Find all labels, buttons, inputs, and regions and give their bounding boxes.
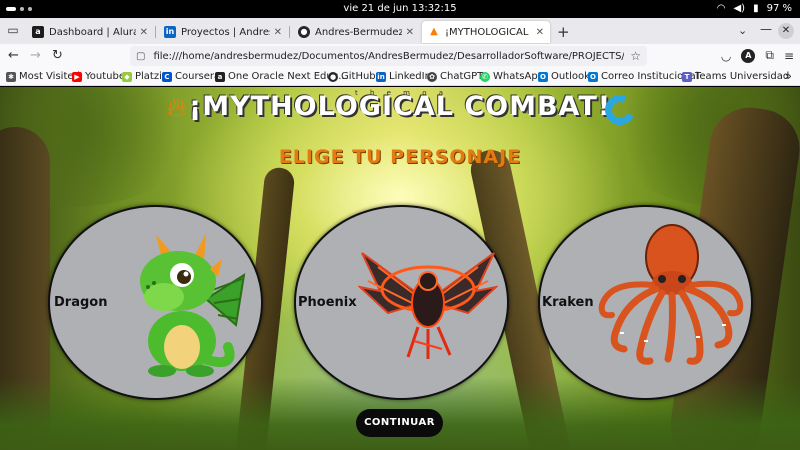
- chatgpt-icon: ✿: [427, 71, 437, 82]
- platzi-icon: ◆: [122, 71, 132, 82]
- close-tab-icon[interactable]: ✕: [274, 27, 282, 38]
- alura-icon: a: [215, 71, 225, 82]
- linkedin-favicon-icon: in: [164, 26, 176, 38]
- bookmark-star-icon[interactable]: ☆: [630, 49, 641, 63]
- gear-icon: ✱: [6, 71, 16, 82]
- linkedin-icon: in: [376, 71, 386, 82]
- file-icon: ▢: [136, 50, 146, 62]
- tab-proyectos[interactable]: in Proyectos | Andres Berm ✕: [158, 21, 288, 43]
- character-name: Kraken: [542, 295, 594, 310]
- tab-strip: ▭ a Dashboard | Alura Latam ✕ in Proyect…: [0, 18, 800, 44]
- bookmark-youtube[interactable]: ▶ Youtube: [72, 71, 125, 82]
- tab-github[interactable]: ● Andres-Bermudez/Juego ✕: [292, 21, 420, 43]
- pocket-icon[interactable]: ◡: [721, 49, 731, 63]
- dragon-image: [140, 233, 246, 377]
- bookmark-github[interactable]: ● GitHub: [328, 71, 376, 82]
- menu-icon[interactable]: ≡: [784, 49, 794, 63]
- bookmark-teams[interactable]: T Teams Universidad: [682, 71, 789, 82]
- choose-character-heading: ELIGE TU PERSONAJE: [278, 146, 522, 168]
- forward-arrow-icon[interactable]: →: [30, 48, 41, 63]
- battery-percent: 97 %: [766, 3, 792, 14]
- back-arrow-icon[interactable]: ←: [8, 48, 19, 63]
- character-name: Phoenix: [298, 295, 357, 310]
- wifi-icon: ◠: [716, 3, 726, 14]
- outlook-icon: O: [588, 71, 598, 82]
- url-bar[interactable]: ▢ file:///home/andresbermudez/Documentos…: [130, 46, 647, 66]
- phoenix-image: [358, 252, 498, 359]
- volume-icon: ◀): [733, 3, 746, 14]
- reload-icon[interactable]: ↻: [52, 48, 63, 63]
- fire-favicon-icon: ▲: [430, 26, 438, 37]
- kraken-image: [598, 224, 744, 365]
- close-tab-icon[interactable]: ✕: [140, 27, 148, 38]
- teams-icon: T: [682, 71, 692, 82]
- bookmark-whatsapp[interactable]: ✆ WhatsApp: [480, 71, 544, 82]
- tab-mythological-combat[interactable]: ▲ ¡MYTHOLOGICAL COMBA ✕: [422, 21, 550, 43]
- close-window-icon[interactable]: ✕: [778, 23, 794, 39]
- system-status-area[interactable]: ◠ ◀) ▮ 97 %: [717, 3, 792, 14]
- bookmark-most-visited[interactable]: ✱ Most Visited: [6, 71, 80, 82]
- bookmark-platzi[interactable]: ◆ Platzi: [122, 71, 162, 82]
- continue-button[interactable]: CONTINUAR: [356, 409, 443, 437]
- new-tab-button[interactable]: +: [557, 23, 570, 41]
- game-title: t h e m o a 🔥︎ ¡MYTHOLOGICAL COMBAT!: [165, 89, 640, 130]
- youtube-icon: ▶: [72, 71, 82, 82]
- extensions-icon[interactable]: ⧉: [765, 48, 774, 63]
- system-clock[interactable]: vie 21 de jun 13:32:15: [0, 3, 800, 14]
- whatsapp-icon: ✆: [480, 71, 490, 82]
- bookmark-outlook[interactable]: O Outlook: [538, 71, 590, 82]
- bookmarks-toolbar: ✱ Most Visited ▶ Youtube ◆ Platzi C Coursera…: [0, 68, 800, 86]
- character-name: Dragon: [54, 295, 108, 310]
- toolbar-icons: ◡ A ⧉ ≡: [721, 48, 794, 63]
- character-card-phoenix[interactable]: Phoenix: [294, 205, 509, 400]
- outlook-icon: O: [538, 71, 548, 82]
- fire-icon: 🔥︎: [167, 93, 187, 123]
- tab-list-chevron-down-icon[interactable]: ⌄: [738, 24, 747, 37]
- bookmark-linkedin[interactable]: in LinkedIn: [376, 71, 431, 82]
- github-icon: ●: [328, 71, 338, 82]
- bookmark-chatgpt[interactable]: ✿ ChatGPT: [427, 71, 483, 82]
- tab-dashboard[interactable]: a Dashboard | Alura Latam ✕: [26, 21, 154, 43]
- system-top-bar: vie 21 de jun 13:32:15 ◠ ◀) ▮ 97 %: [0, 0, 800, 18]
- github-favicon-icon: ●: [298, 26, 310, 38]
- close-tab-icon[interactable]: ✕: [536, 27, 544, 38]
- alura-favicon-icon: a: [32, 26, 44, 38]
- character-card-kraken[interactable]: Kraken: [538, 205, 753, 400]
- more-bookmarks-chevron-icon[interactable]: »: [785, 69, 792, 83]
- coursera-icon: C: [162, 71, 172, 82]
- character-card-dragon[interactable]: Dragon: [48, 205, 263, 400]
- navigation-bar: ← → ↻ ▢ file:///home/andresbermudez/Docu…: [0, 44, 800, 68]
- battery-icon: ▮: [753, 3, 759, 14]
- game-page: t h e m o a 🔥︎ ¡MYTHOLOGICAL COMBAT! ELI…: [0, 87, 800, 450]
- tab-overview-icon[interactable]: ▭: [4, 23, 22, 39]
- bookmark-coursera[interactable]: C Coursera: [162, 71, 220, 82]
- close-tab-icon[interactable]: ✕: [406, 27, 414, 38]
- account-avatar[interactable]: A: [741, 48, 756, 63]
- minimize-window-icon[interactable]: —: [760, 22, 772, 36]
